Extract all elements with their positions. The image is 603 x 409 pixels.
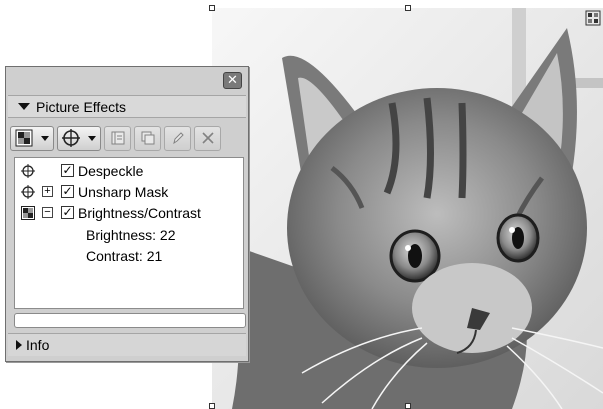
panel-title: Picture Effects (36, 98, 127, 115)
resize-handle-top-left[interactable] (209, 5, 215, 11)
effect-label: Unsharp Mask (78, 184, 169, 200)
close-icon[interactable]: ✕ (223, 72, 242, 89)
chevron-down-icon (88, 135, 96, 141)
effect-param-contrast: Contrast: 21 (15, 245, 243, 266)
duplicate-icon (141, 131, 154, 145)
grid-move-icon[interactable] (585, 10, 601, 26)
effect-name-field[interactable] (14, 313, 246, 328)
resize-handle-bottom-left[interactable] (209, 403, 215, 409)
collapse-minus-icon[interactable]: − (42, 207, 53, 218)
kitten-photo (212, 8, 603, 409)
target-icon (21, 185, 35, 199)
effect-row-unsharp-mask[interactable]: + ✓ Unsharp Mask (15, 182, 243, 203)
canvas-image[interactable] (212, 8, 603, 409)
move-up-icon (111, 131, 124, 145)
effect-checkbox-unsharp-mask[interactable]: ✓ (61, 185, 74, 198)
picture-effects-panel: ✕ Picture Effects ✓ Despeckle + ✓ Unshar… (5, 66, 249, 362)
brightness-icon (21, 206, 35, 220)
effect-brightness-icon (15, 129, 33, 147)
edit-button[interactable] (164, 125, 191, 151)
add-effect-target-button[interactable] (57, 125, 101, 151)
effect-param-brightness: Brightness: 22 (15, 224, 243, 245)
duplicate-button[interactable] (134, 125, 161, 151)
effect-label: Despeckle (78, 163, 144, 179)
chevron-down-icon (41, 135, 49, 141)
info-label: Info (26, 337, 50, 353)
effect-checkbox-despeckle[interactable]: ✓ (61, 164, 74, 177)
expand-plus-icon[interactable]: + (42, 186, 53, 197)
effect-row-despeckle[interactable]: ✓ Despeckle (15, 161, 243, 182)
delete-button[interactable] (194, 125, 221, 151)
resize-handle-bottom-middle[interactable] (405, 403, 411, 409)
effect-label: Brightness/Contrast (78, 205, 201, 221)
target-icon (21, 164, 35, 178)
add-effect-brightness-button[interactable] (10, 125, 54, 151)
collapse-triangle-icon[interactable] (18, 103, 30, 110)
param-brightness: Brightness: 22 (86, 226, 176, 243)
info-section-header[interactable]: Info (8, 333, 246, 356)
expand-triangle-icon[interactable] (16, 340, 22, 350)
effect-list: ✓ Despeckle + ✓ Unsharp Mask − ✓ Brightn… (14, 157, 244, 309)
delete-x-icon (201, 132, 214, 144)
param-contrast: Contrast: 21 (86, 247, 163, 264)
effect-target-icon (62, 129, 80, 147)
effect-row-brightness-contrast[interactable]: − ✓ Brightness/Contrast (15, 203, 243, 224)
resize-handle-top-middle[interactable] (405, 5, 411, 11)
effect-checkbox-brightness-contrast[interactable]: ✓ (61, 206, 74, 219)
effects-toolbar (10, 123, 246, 153)
edit-pencil-icon (172, 132, 184, 145)
move-up-button[interactable] (104, 125, 131, 151)
panel-header[interactable]: Picture Effects (8, 95, 246, 118)
